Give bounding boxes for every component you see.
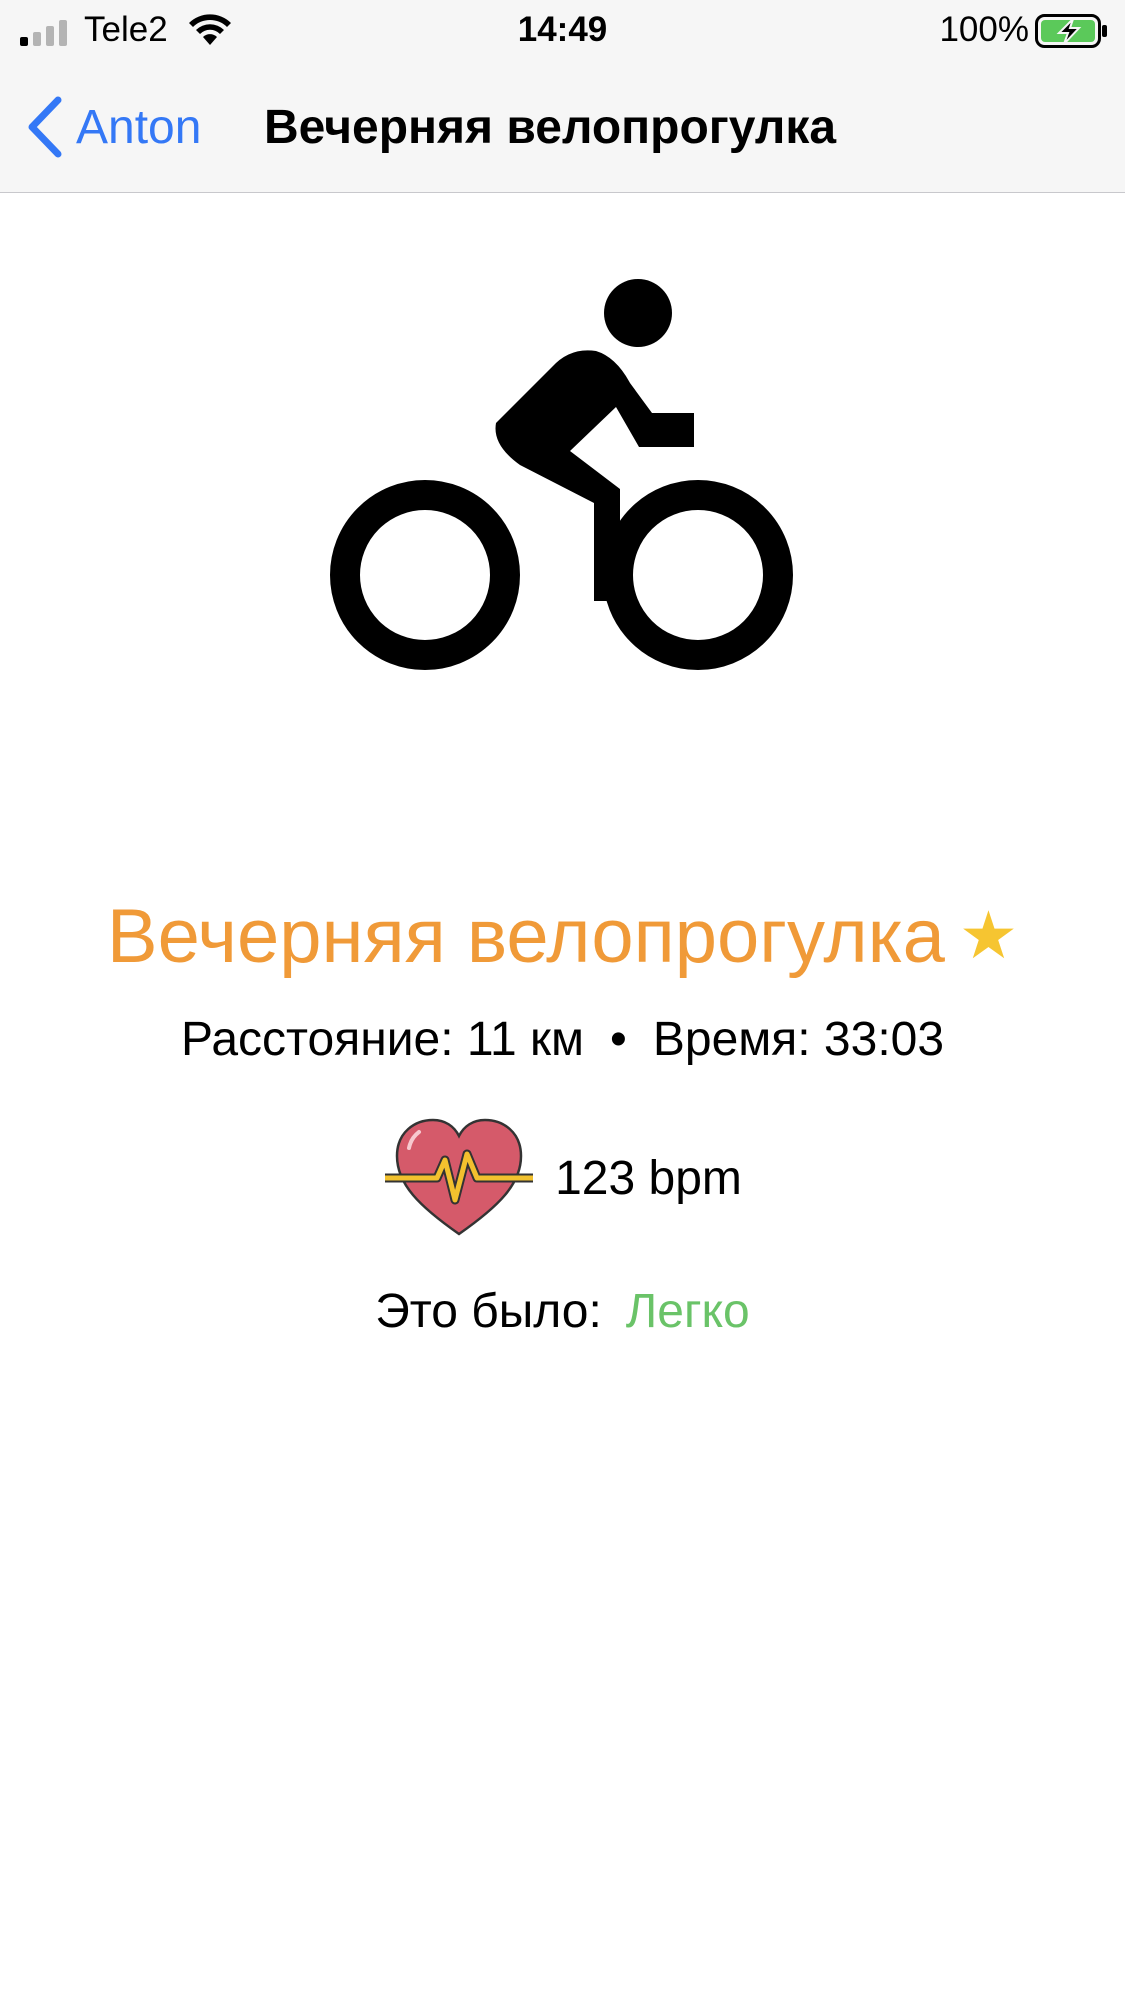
effort-label: Это было: bbox=[375, 1285, 602, 1338]
effort-row: Это было: Легко bbox=[0, 1282, 1125, 1342]
star-icon: ★ bbox=[958, 898, 1019, 972]
heart-rate-row: 123 bpm bbox=[0, 1118, 1125, 1240]
activity-title-row: Вечерняя велопрогулка ★ bbox=[0, 890, 1125, 982]
back-button[interactable]: Anton bbox=[24, 92, 201, 162]
bicycle-icon bbox=[330, 279, 793, 670]
activity-stats: Расстояние: 11 км • Время: 33:03 bbox=[0, 1010, 1125, 1070]
battery-charging-icon bbox=[1035, 14, 1107, 48]
back-button-label: Anton bbox=[76, 100, 202, 154]
nav-title: Вечерняя велопрогулка bbox=[264, 101, 837, 154]
time-stat: Время: 33:03 bbox=[652, 1013, 945, 1066]
activity-title: Вечерняя велопрогулка bbox=[106, 894, 945, 979]
navigation-bar: Anton Вечерняя велопрогулка bbox=[0, 64, 1125, 193]
battery-percent: 100% bbox=[939, 10, 1029, 49]
stats-separator: • bbox=[610, 1013, 627, 1066]
effort-value: Легко bbox=[625, 1285, 750, 1338]
heart-rate-value: 123 bpm bbox=[555, 1152, 742, 1205]
heart-rate-icon bbox=[385, 1118, 534, 1236]
status-bar: Tele2 14:49 100% bbox=[0, 0, 1125, 64]
distance-stat: Расстояние: 11 км bbox=[180, 1013, 585, 1066]
chevron-left-icon bbox=[28, 96, 62, 158]
